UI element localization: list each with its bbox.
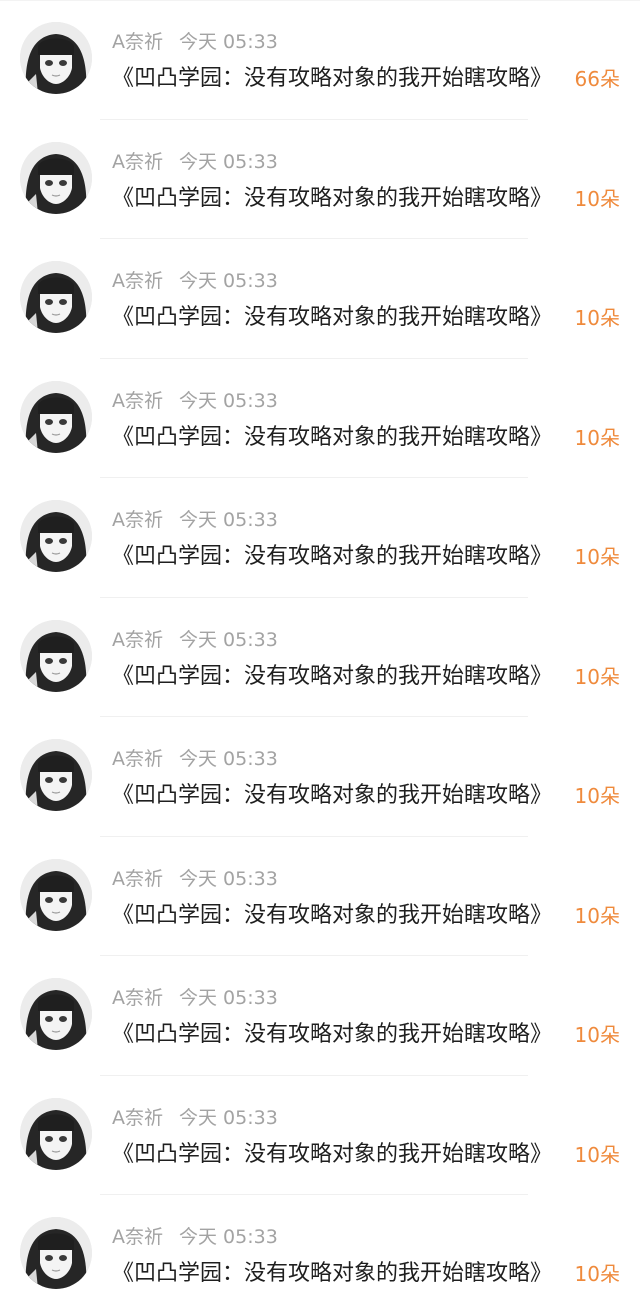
timestamp: 今天 05:33 xyxy=(179,1106,278,1129)
flower-count: 10朵 xyxy=(574,1023,620,1047)
avatar[interactable] xyxy=(20,380,92,453)
timestamp: 今天 05:33 xyxy=(179,150,278,173)
flower-count: 10朵 xyxy=(574,784,620,808)
list-item[interactable]: A奈祈 今天 05:33 《凹凸学园：没有攻略对象的我开始瞎攻略》 66朵 xyxy=(0,0,640,120)
flower-count: 10朵 xyxy=(574,1142,620,1167)
list-item[interactable]: A奈祈 今天 05:33 《凹凸学园：没有攻略对象的我开始瞎攻略》 10朵 xyxy=(0,1195,640,1315)
message-text[interactable]: 《凹凸学园：没有攻略对象的我开始瞎攻略》 xyxy=(112,1138,572,1172)
message-list: A奈祈 今天 05:33 《凹凸学园：没有攻略对象的我开始瞎攻略》 66朵 A奈祈… xyxy=(0,0,640,1315)
avatar[interactable] xyxy=(20,261,92,333)
avatar[interactable] xyxy=(20,22,92,94)
username[interactable]: A奈祈 xyxy=(112,390,163,412)
avatar[interactable] xyxy=(20,858,92,931)
username[interactable]: A奈祈 xyxy=(112,1107,163,1129)
avatar[interactable] xyxy=(20,1097,92,1170)
flower-count: 10朵 xyxy=(574,664,620,689)
message-meta: A奈祈 今天 05:33 xyxy=(112,387,278,415)
message-text[interactable]: 《凹凸学园：没有攻略对象的我开始瞎攻略》 xyxy=(112,62,572,96)
list-item[interactable]: A奈祈 今天 05:33 《凹凸学园：没有攻略对象的我开始瞎攻略》 10朵 xyxy=(0,359,640,478)
message-text[interactable]: 《凹凸学园：没有攻略对象的我开始瞎攻略》 xyxy=(112,1018,572,1052)
timestamp: 今天 05:33 xyxy=(179,270,278,292)
message-text[interactable]: 《凹凸学园：没有攻略对象的我开始瞎攻略》 xyxy=(112,182,572,216)
message-meta: A奈祈 今天 05:33 xyxy=(112,745,278,773)
avatar[interactable] xyxy=(20,1217,92,1289)
username[interactable]: A奈祈 xyxy=(112,1226,163,1248)
message-meta: A奈祈 今天 05:33 xyxy=(112,506,278,534)
flower-count: 10朵 xyxy=(574,903,620,928)
timestamp: 今天 05:33 xyxy=(179,1226,278,1248)
message-meta: A奈祈 今天 05:33 xyxy=(112,148,278,176)
username[interactable]: A奈祈 xyxy=(112,629,163,651)
message-text[interactable]: 《凹凸学园：没有攻略对象的我开始瞎攻略》 xyxy=(112,301,572,335)
username[interactable]: A奈祈 xyxy=(112,270,163,292)
timestamp: 今天 05:33 xyxy=(179,509,278,531)
message-meta: A奈祈 今天 05:33 xyxy=(112,267,278,295)
username[interactable]: A奈祈 xyxy=(112,509,163,531)
message-meta: A奈祈 今天 05:33 xyxy=(112,984,278,1012)
list-item[interactable]: A奈祈 今天 05:33 《凹凸学园：没有攻略对象的我开始瞎攻略》 10朵 xyxy=(0,120,640,239)
message-text[interactable]: 《凹凸学园：没有攻略对象的我开始瞎攻略》 xyxy=(112,421,572,455)
avatar[interactable] xyxy=(20,619,92,692)
message-meta: A奈祈 今天 05:33 xyxy=(112,28,278,56)
flower-count: 10朵 xyxy=(574,1262,620,1286)
list-item[interactable]: A奈祈 今天 05:33 《凹凸学园：没有攻略对象的我开始瞎攻略》 10朵 xyxy=(0,1076,640,1195)
timestamp: 今天 05:33 xyxy=(179,389,278,412)
message-meta: A奈祈 今天 05:33 xyxy=(112,626,278,654)
username[interactable]: A奈祈 xyxy=(112,748,163,770)
username[interactable]: A奈祈 xyxy=(112,987,163,1009)
avatar[interactable] xyxy=(20,141,92,214)
avatar[interactable] xyxy=(20,500,92,572)
message-meta: A奈祈 今天 05:33 xyxy=(112,865,278,893)
message-text[interactable]: 《凹凸学园：没有攻略对象的我开始瞎攻略》 xyxy=(112,1257,572,1291)
message-text[interactable]: 《凹凸学园：没有攻略对象的我开始瞎攻略》 xyxy=(112,540,572,574)
flower-count: 66朵 xyxy=(574,67,620,91)
timestamp: 今天 05:33 xyxy=(179,987,278,1009)
list-item[interactable]: A奈祈 今天 05:33 《凹凸学园：没有攻略对象的我开始瞎攻略》 10朵 xyxy=(0,478,640,598)
flower-count: 10朵 xyxy=(574,545,620,569)
list-item[interactable]: A奈祈 今天 05:33 《凹凸学园：没有攻略对象的我开始瞎攻略》 10朵 xyxy=(0,837,640,956)
message-text[interactable]: 《凹凸学园：没有攻略对象的我开始瞎攻略》 xyxy=(112,899,572,933)
username[interactable]: A奈祈 xyxy=(112,868,163,890)
timestamp: 今天 05:33 xyxy=(179,867,278,890)
list-item[interactable]: A奈祈 今天 05:33 《凹凸学园：没有攻略对象的我开始瞎攻略》 10朵 xyxy=(0,239,640,359)
list-item[interactable]: A奈祈 今天 05:33 《凹凸学园：没有攻略对象的我开始瞎攻略》 10朵 xyxy=(0,956,640,1076)
timestamp: 今天 05:33 xyxy=(179,628,278,651)
message-meta: A奈祈 今天 05:33 xyxy=(112,1223,278,1251)
message-text[interactable]: 《凹凸学园：没有攻略对象的我开始瞎攻略》 xyxy=(112,779,572,813)
username[interactable]: A奈祈 xyxy=(112,151,163,173)
flower-count: 10朵 xyxy=(574,306,620,330)
avatar[interactable] xyxy=(20,978,92,1050)
message-text[interactable]: 《凹凸学园：没有攻略对象的我开始瞎攻略》 xyxy=(112,660,572,694)
message-meta: A奈祈 今天 05:33 xyxy=(112,1104,278,1132)
timestamp: 今天 05:33 xyxy=(179,748,278,770)
timestamp: 今天 05:33 xyxy=(179,31,278,53)
flower-count: 10朵 xyxy=(574,186,620,211)
list-item[interactable]: A奈祈 今天 05:33 《凹凸学园：没有攻略对象的我开始瞎攻略》 10朵 xyxy=(0,598,640,717)
avatar[interactable] xyxy=(20,739,92,811)
username[interactable]: A奈祈 xyxy=(112,31,163,53)
list-item[interactable]: A奈祈 今天 05:33 《凹凸学园：没有攻略对象的我开始瞎攻略》 10朵 xyxy=(0,717,640,837)
flower-count: 10朵 xyxy=(574,425,620,450)
